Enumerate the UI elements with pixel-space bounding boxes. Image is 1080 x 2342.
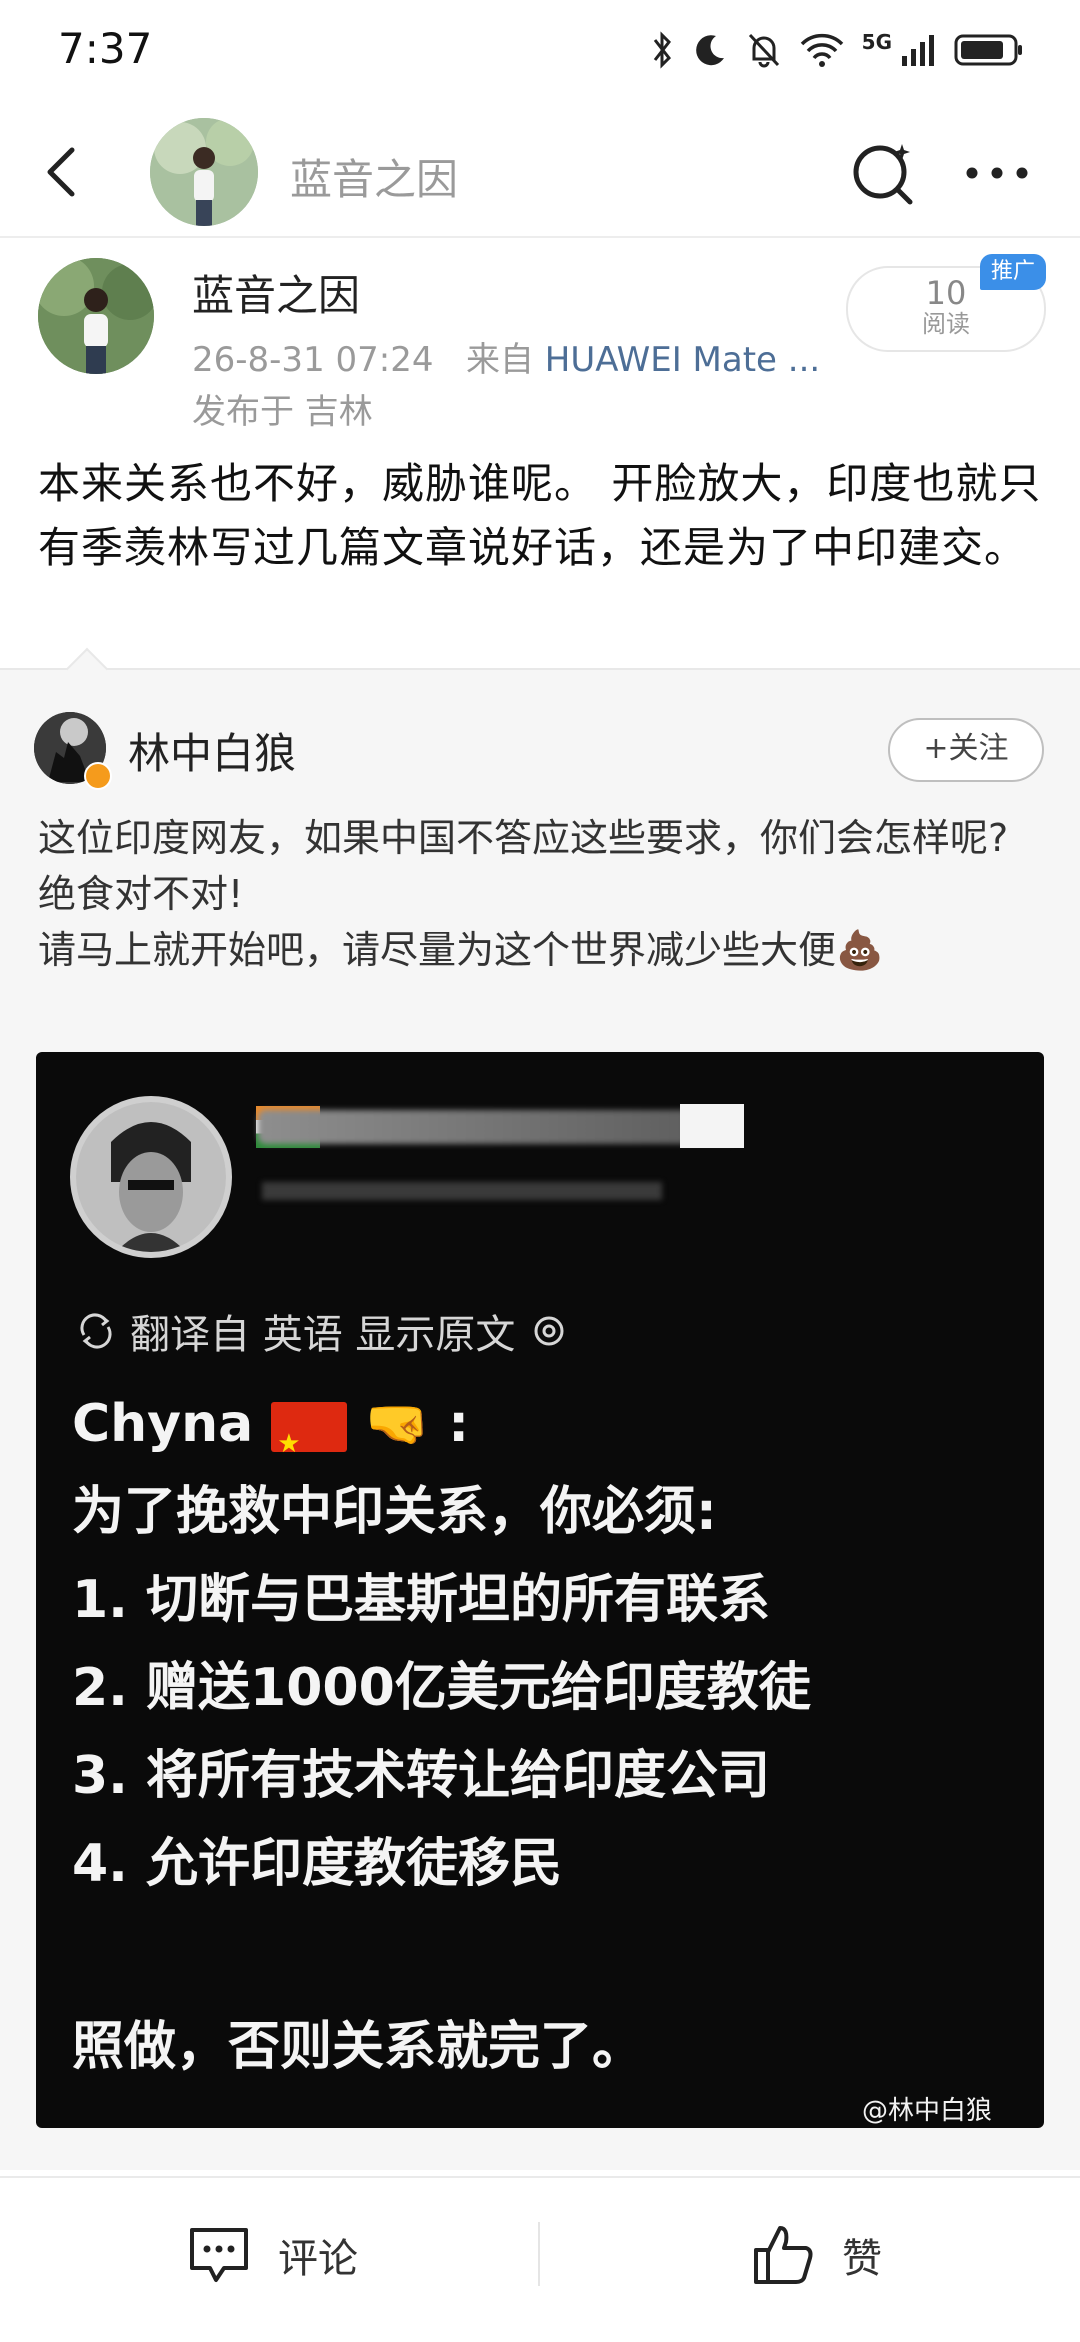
battery-icon: [954, 34, 1022, 66]
image-line: 1. 切断与巴基斯坦的所有联系: [72, 1570, 771, 1630]
image-line: 为了挽救中印关系，你必须:: [72, 1482, 717, 1542]
bottom-action-bar: [0, 2176, 1080, 2342]
back-arrow-icon[interactable]: [34, 142, 94, 202]
blurred-handle: [262, 1182, 662, 1200]
bluetooth-icon: [653, 31, 671, 69]
image-greeting-row: Chyna 🤜 :: [72, 1380, 1012, 1488]
israel-flag-icon: [680, 1104, 744, 1148]
china-flag-icon: [271, 1400, 348, 1488]
thumbs-up-icon: [754, 2226, 813, 2284]
nav-title: 蓝音之因: [290, 155, 459, 204]
post-location: 发布于 吉林: [192, 392, 373, 432]
image-message: Chyna 🤜 : 为了挽救中印关系，你必须: 1. 切断与巴基斯坦的所有联系 …: [72, 1380, 1012, 1908]
moon-icon: [695, 35, 724, 66]
post-text: 本来关系也不好，威胁谁呢。 开脸放大，印度也就只有季羡林写过几篇文章说好话，还是…: [38, 459, 1042, 572]
repost-text-line: 请马上就开始吧，请尽量为这个世界减少些大便💩: [38, 928, 884, 972]
fist-emoji-icon: 🤜: [365, 1394, 431, 1454]
comment-label: 评论: [278, 2236, 358, 2282]
post-meta: 26-8-31 07:24 来自 HUAWEI Mate ...: [192, 332, 820, 381]
action-divider: [538, 2222, 540, 2286]
follow-button[interactable]: +关注: [888, 718, 1044, 782]
nav-avatar[interactable]: [150, 118, 258, 226]
like-button[interactable]: 赞: [750, 2220, 882, 2290]
wifi-icon: [800, 33, 843, 67]
image-greeting: Chyna: [72, 1394, 254, 1454]
settings-gear-icon: [534, 1316, 564, 1346]
network-label: 5G: [861, 30, 892, 54]
translate-row: 翻译自 英语 显示原文: [76, 1302, 569, 1360]
signal-icon: [902, 35, 934, 66]
image-greeting-colon: :: [448, 1394, 470, 1454]
blurred-username: [258, 1110, 738, 1144]
image-watermark: @林中白狼: [862, 2096, 993, 2126]
image-line: 3. 将所有技术转让给印度公司: [72, 1746, 771, 1806]
verified-badge-icon: [84, 762, 112, 790]
image-line: 4. 允许印度教徒移民: [72, 1834, 563, 1894]
like-label: 赞: [842, 2236, 882, 2282]
repost-author-name[interactable]: 林中白狼: [128, 720, 296, 781]
image-user-avatar: [70, 1096, 232, 1258]
mute-bell-icon: [748, 33, 779, 68]
comment-icon: [190, 2228, 248, 2282]
author-avatar[interactable]: [38, 258, 154, 374]
translate-icon: [80, 1313, 112, 1349]
author-name[interactable]: 蓝音之因: [192, 262, 360, 323]
repost-text-line: 绝食对不对!: [38, 872, 244, 916]
translate-label: 翻译自 英语 显示原文: [130, 1312, 516, 1358]
image-line: 2. 赠送1000亿美元给印度教徒: [72, 1658, 811, 1718]
device-link[interactable]: HUAWEI Mate ...: [545, 340, 820, 380]
status-time: 7:37: [58, 24, 153, 73]
status-icons: 5G: [652, 26, 1024, 74]
source-label: 来自: [465, 340, 534, 380]
post-date: 26-8-31 07:24: [192, 340, 434, 380]
more-options-icon[interactable]: [962, 140, 1032, 206]
image-last-line: 照做，否则关系就完了。: [72, 2017, 645, 2077]
repost-text: 这位印度网友，如果中国不答应这些要求，你们会怎样呢? 绝食对不对! 请马上就开始…: [38, 810, 1048, 978]
promote-badge[interactable]: 推广: [980, 254, 1046, 290]
repost-text-line: 这位印度网友，如果中国不答应这些要求，你们会怎样呢?: [38, 816, 1009, 860]
search-icon[interactable]: [848, 138, 918, 208]
read-label: 阅读: [922, 310, 970, 338]
comment-button[interactable]: 评论: [186, 2220, 358, 2290]
